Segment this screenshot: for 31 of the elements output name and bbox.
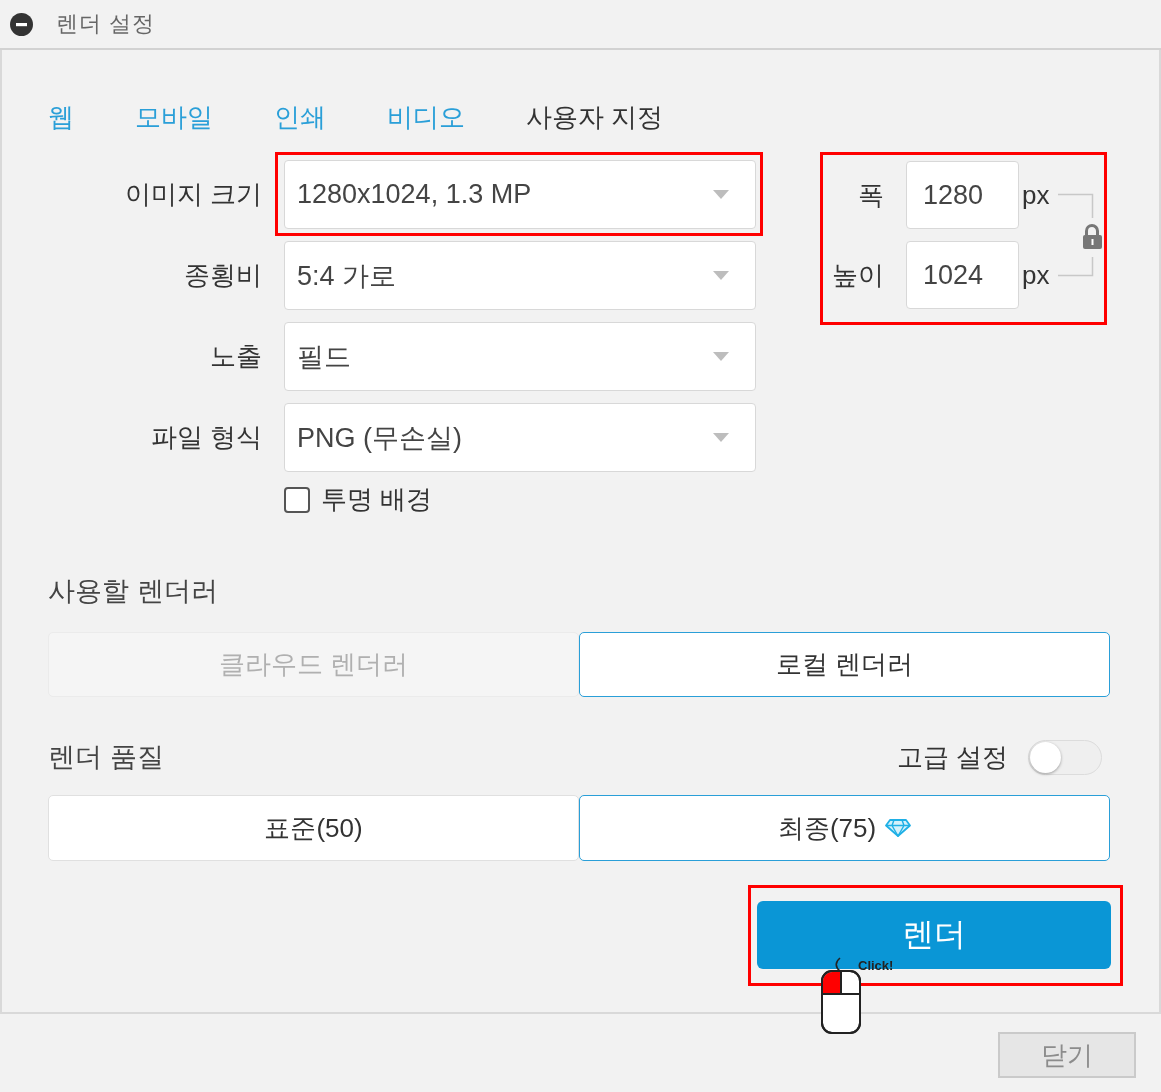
window-title: 렌더 설정: [56, 10, 156, 38]
dropdown[interactable]: 5:4 가로: [284, 241, 756, 310]
checkbox-label: 투명 배경: [321, 483, 433, 516]
caret-icon: [713, 271, 729, 280]
segment-option[interactable]: 로컬 렌더러: [579, 632, 1110, 697]
height-field[interactable]: 1024: [906, 241, 1019, 309]
field-label: 폭: [858, 178, 885, 212]
dropdown[interactable]: 필드: [284, 322, 756, 391]
caret-icon: [713, 433, 729, 442]
tab[interactable]: 사용자 지정: [526, 99, 664, 135]
field-label: 종횡비: [184, 259, 262, 292]
field-label: 이미지 크기: [124, 178, 262, 211]
unit-label: px: [1022, 259, 1051, 291]
segment-option[interactable]: 표준(50): [48, 795, 579, 861]
unit-label: px: [1022, 179, 1051, 211]
toggle-switch[interactable]: [1028, 739, 1102, 775]
caret-icon: [713, 352, 729, 361]
field-label: 높이: [832, 258, 885, 292]
field-label: 노출: [210, 340, 262, 373]
field-label: 파일 형식: [150, 421, 262, 454]
dropdown[interactable]: PNG (무손실): [284, 403, 756, 472]
checkbox[interactable]: [284, 486, 310, 513]
width-field[interactable]: 1280: [906, 161, 1019, 229]
minus-icon[interactable]: [10, 12, 33, 36]
section-title: 사용할 렌더러: [48, 575, 218, 608]
toggle-label: 고급 설정: [896, 740, 1008, 774]
segment-option[interactable]: 최종(75): [579, 795, 1110, 861]
section-title: 렌더 품질: [48, 741, 164, 774]
dropdown[interactable]: 1280x1024, 1.3 MP: [284, 160, 756, 229]
caret-icon: [713, 190, 729, 199]
lock-icon[interactable]: [1083, 224, 1102, 249]
